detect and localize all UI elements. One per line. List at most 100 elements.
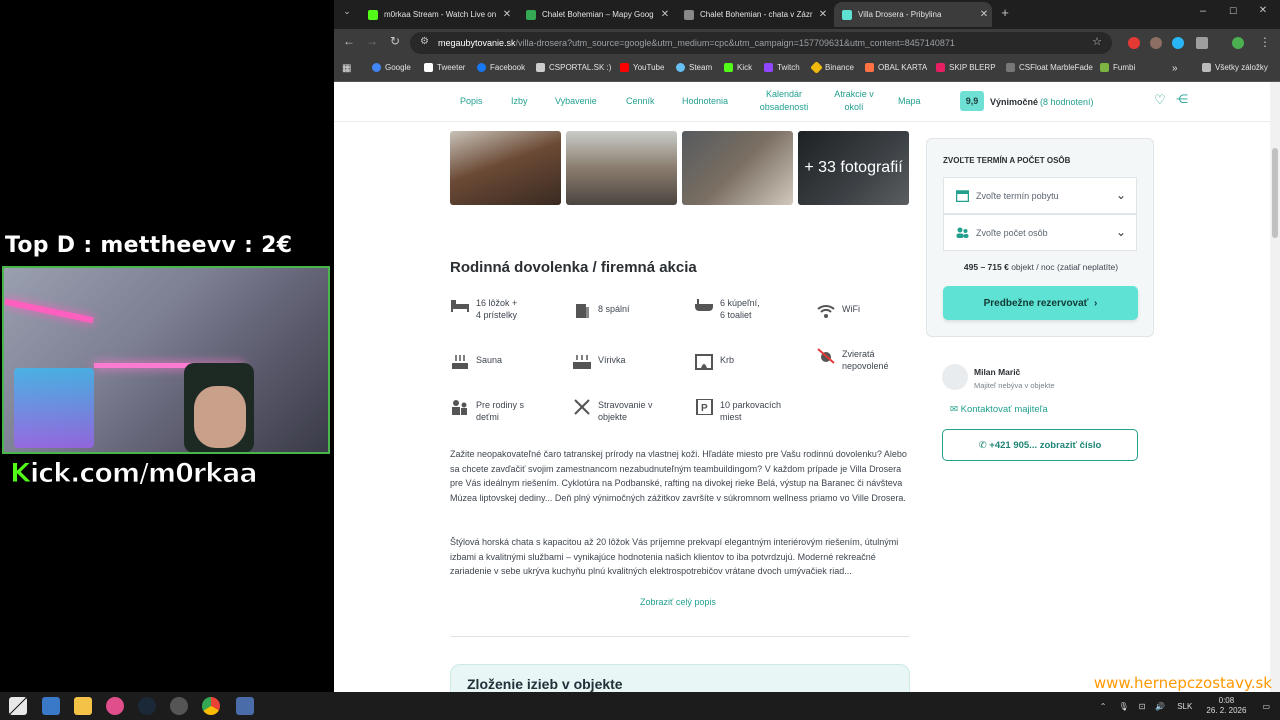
bookmark-binance[interactable]: Binance	[810, 61, 854, 74]
close-icon[interactable]: ✕	[657, 9, 673, 20]
gallery-photo-hottub[interactable]	[450, 131, 561, 205]
gallery-photo-dining[interactable]	[566, 131, 677, 205]
feature-no-pets: Zvieratá nepovolené	[816, 348, 889, 372]
network-icon[interactable]: ⊡	[1139, 702, 1146, 711]
site-info-icon[interactable]: ⚙	[420, 36, 429, 47]
calculator-icon[interactable]	[236, 697, 254, 715]
bookmark-csportal[interactable]: CSPORTAL.SK :)	[536, 63, 611, 72]
bookmark-obal-karta[interactable]: OBAL KARTA	[865, 63, 927, 72]
close-icon[interactable]: ✕	[815, 9, 831, 20]
bookmark-twitch[interactable]: Twitch	[764, 63, 800, 72]
file-explorer-icon[interactable]	[74, 697, 92, 715]
apps-grid-icon[interactable]: ▦	[342, 63, 351, 74]
tray-overflow-icon[interactable]: ⌃	[1100, 702, 1107, 711]
menu-icon[interactable]: ⋮	[1256, 35, 1274, 49]
close-icon[interactable]: ✕	[499, 9, 515, 20]
heart-icon[interactable]: ♡	[1154, 93, 1166, 106]
nav-kalendar[interactable]: Kalendár obsadenosti	[754, 88, 814, 114]
minimize-button[interactable]: –	[1194, 5, 1212, 17]
volume-icon[interactable]: 🔊	[1155, 702, 1165, 711]
feature-bathrooms: 6 kúpeľní, 6 toaliet	[694, 297, 760, 321]
nav-izby[interactable]: Izby	[511, 95, 528, 108]
notification-icon[interactable]: ▭	[1262, 702, 1270, 711]
bookmark-skip-blerp[interactable]: SKIP BLERP	[936, 63, 996, 72]
language-indicator[interactable]: SLK	[1177, 702, 1192, 711]
show-full-description-link[interactable]: Zobraziť celý popis	[640, 597, 716, 607]
close-icon[interactable]: ✕	[976, 9, 992, 20]
feature-fireplace: Krb	[694, 354, 734, 370]
fireplace-icon	[695, 354, 713, 370]
tab-maps[interactable]: Chalet Bohemian – Mapy Goog ✕	[518, 2, 673, 27]
nav-hodnotenia[interactable]: Hodnotenia	[682, 95, 728, 108]
gallery-photo-more[interactable]: + 33 fotografií	[798, 131, 909, 205]
bookmark-steam[interactable]: Steam	[676, 63, 712, 72]
back-icon[interactable]: ←	[340, 34, 358, 48]
profile-avatar[interactable]	[1232, 37, 1244, 49]
feature-label: nepovolené	[842, 361, 889, 371]
scrollbar-thumb[interactable]	[1272, 148, 1278, 238]
clock[interactable]: 0:08 26. 2. 2026	[1206, 696, 1246, 716]
stream-overlay: Top D : mettheevv : 2€ Kick.com/m0rkaa	[0, 0, 334, 692]
tab-kick[interactable]: m0rkaa Stream - Watch Live on ✕	[360, 2, 515, 27]
reload-icon[interactable]: ↻	[386, 34, 404, 48]
feature-beds: 16 lôžok + 4 prístelky	[450, 297, 517, 321]
bookmarks-overflow-icon[interactable]: »	[1172, 63, 1178, 74]
app-icon[interactable]	[106, 697, 124, 715]
booking-title: ZVOĽTE TERMÍN A POČET OSÔB	[943, 156, 1071, 165]
page-scrollbar[interactable]	[1270, 82, 1280, 692]
phone-label: +421 905... zobraziť číslo	[989, 439, 1102, 451]
forward-icon[interactable]: →	[363, 34, 381, 48]
nav-cennik[interactable]: Cenník	[626, 95, 655, 108]
bookmark-label: Twitch	[777, 63, 800, 72]
extension-icon[interactable]	[1128, 37, 1140, 49]
microphone-icon[interactable]: 🎙	[1118, 702, 1128, 711]
tab-chalet[interactable]: Chalet Bohemian - chata v Zázr ✕	[676, 2, 831, 27]
bookmark-facebook[interactable]: Facebook	[477, 63, 525, 72]
door-icon	[576, 304, 589, 318]
date-placeholder: Zvoľte termín pobytu	[976, 190, 1059, 201]
gallery-photo-bedroom[interactable]	[682, 131, 793, 205]
reserve-button[interactable]: Predbežne rezervovať ›	[943, 286, 1138, 320]
bookmark-google[interactable]: Google	[372, 63, 411, 72]
divider	[450, 636, 910, 637]
bookmark-label: Binance	[825, 63, 854, 72]
window-close-button[interactable]: ✕	[1254, 5, 1272, 16]
bookmark-youtube[interactable]: YouTube	[620, 63, 664, 72]
steam-icon[interactable]	[138, 697, 156, 715]
tab-search-icon[interactable]: ⌄	[338, 6, 356, 17]
show-phone-button[interactable]: ✆ +421 905... zobraziť číslo	[942, 429, 1138, 461]
app-icon[interactable]	[42, 697, 60, 715]
new-tab-button[interactable]: +	[996, 5, 1014, 20]
obs-icon[interactable]	[170, 697, 188, 715]
twitch-icon	[764, 63, 773, 72]
bookmark-tweeter[interactable]: Tweeter	[424, 63, 465, 72]
bookmark-fumbi[interactable]: Fumbi	[1100, 63, 1135, 72]
rating-count[interactable]: (8 hodnotení)	[1040, 96, 1094, 109]
chevron-down-icon: ⌄	[1115, 225, 1126, 239]
bookmark-csfloat[interactable]: CSFloat MarbleFade	[1006, 63, 1093, 72]
bookmark-star-icon[interactable]: ☆	[1092, 35, 1102, 48]
csfloat-icon	[1006, 63, 1015, 72]
tab-villa-drosera[interactable]: Villa Drosera - Pribylina ✕	[834, 2, 992, 27]
maximize-button[interactable]: ☐	[1224, 6, 1242, 17]
extension-icon[interactable]	[1150, 37, 1162, 49]
nav-atrakcie[interactable]: Atrakcie v okolí	[832, 88, 876, 114]
nav-mapa[interactable]: Mapa	[898, 95, 921, 108]
chrome-icon[interactable]	[202, 697, 220, 715]
windows-start-icon[interactable]	[9, 697, 27, 715]
date-select[interactable]: Zvoľte termín pobytu ⌄	[943, 177, 1137, 214]
guests-select[interactable]: Zvoľte počet osôb ⌄	[943, 214, 1137, 251]
extension-icon[interactable]	[1172, 37, 1184, 49]
bookmark-kick[interactable]: Kick	[724, 63, 752, 72]
all-bookmarks-folder[interactable]: Všetky záložky	[1202, 63, 1268, 72]
chevron-right-icon: ›	[1094, 297, 1098, 309]
youtube-icon	[620, 63, 629, 72]
url-bar[interactable]: ⚙ megaubytovanie.sk/villa-drosera?utm_so…	[410, 32, 1112, 54]
guests-placeholder: Zvoľte počet osôb	[976, 227, 1048, 238]
contact-owner-link[interactable]: ✉ Kontaktovať majiteľa	[950, 404, 1048, 415]
nav-popis[interactable]: Popis	[460, 95, 483, 108]
maps-icon	[526, 9, 536, 20]
nav-vybavenie[interactable]: Vybavenie	[555, 95, 597, 108]
extensions-puzzle-icon[interactable]	[1196, 37, 1208, 49]
share-icon[interactable]: ⋲	[1176, 93, 1188, 106]
